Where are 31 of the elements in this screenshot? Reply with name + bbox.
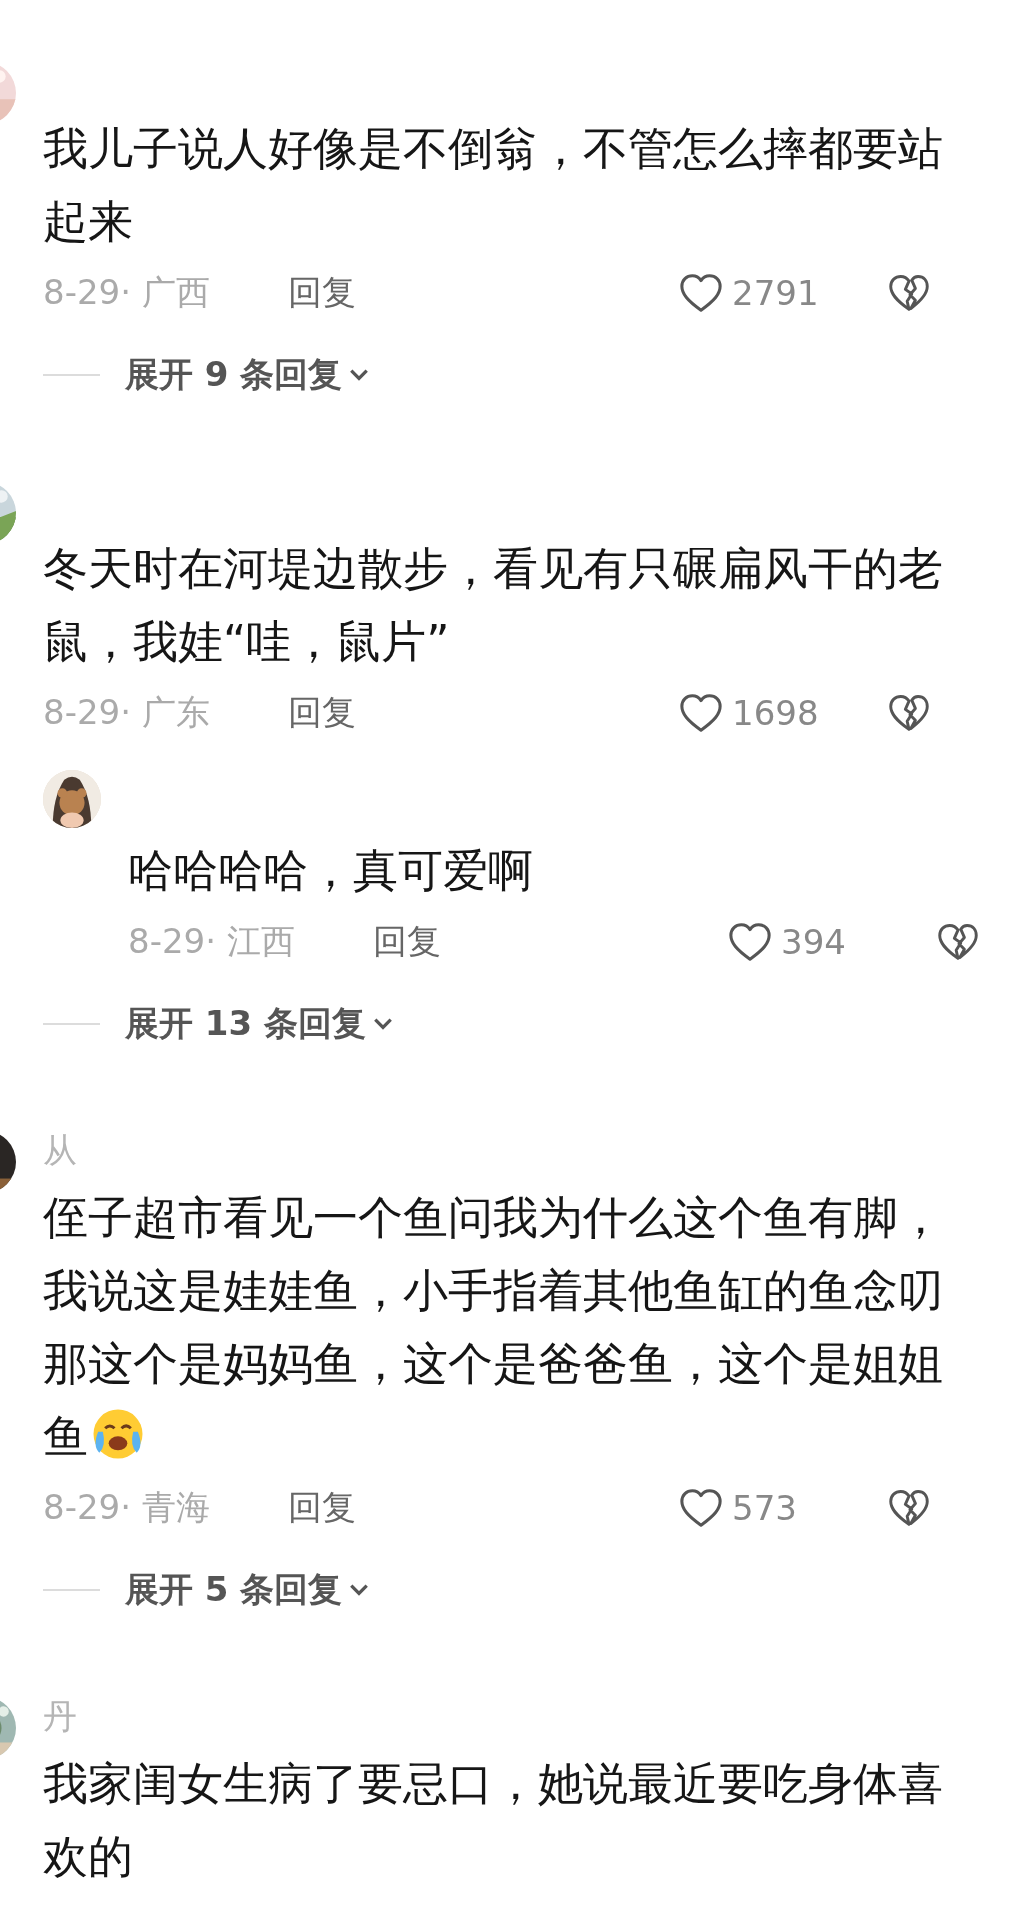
reply-link[interactable]: 回复: [288, 1485, 356, 1531]
heart-icon[interactable]: [678, 1486, 724, 1530]
broken-heart-icon[interactable]: [936, 921, 980, 963]
chevron-down-icon: [348, 1582, 371, 1598]
expand-replies-button[interactable]: 展开 13 条回复: [125, 1001, 394, 1047]
broken-heart-icon[interactable]: [887, 272, 931, 314]
date-location: 8-29· 青海: [43, 1486, 211, 1529]
comment-text: 我家闺女生病了要忌口，她说最近要吃身体喜欢的: [43, 1756, 944, 1885]
heart-icon[interactable]: [727, 920, 773, 964]
reply-link[interactable]: 回复: [373, 919, 441, 965]
expand-replies-button[interactable]: 展开 5 条回复: [125, 1567, 371, 1613]
date-location: 8-29· 广东: [43, 691, 211, 734]
comment-text: 侄子超市看见一个鱼问我为什么这个鱼有脚，我说这是娃娃鱼，小手指着其他鱼缸的鱼念叨那这个是妈妈鱼，这个是爸爸鱼，这个是姐姐鱼: [43, 1190, 944, 1465]
heart-icon[interactable]: [678, 271, 724, 315]
expand-replies-button[interactable]: 展开 9 条回复: [125, 352, 371, 398]
like-count: 573: [732, 1488, 798, 1528]
reply-link[interactable]: 回复: [288, 270, 356, 316]
date-location: 8-29· 江西: [128, 920, 296, 963]
like-count: 394: [781, 922, 847, 962]
broken-heart-icon[interactable]: [887, 692, 931, 734]
comment-text: 哈哈哈哈，真可爱啊: [128, 843, 534, 899]
comment-text: 我儿子说人好像是不倒翁，不管怎么摔都要站起来: [43, 121, 944, 250]
broken-heart-icon[interactable]: [887, 1487, 931, 1529]
reply-link[interactable]: 回复: [288, 690, 356, 736]
like-count: 2791: [732, 273, 816, 313]
date-location: 8-29· 广西: [43, 271, 211, 314]
like-count: 1698: [732, 693, 816, 733]
chevron-down-icon: [348, 367, 371, 383]
comment-text: 冬天时在河堤边散步，看见有只碾扁风干的老鼠，我娃“哇，鼠片”: [43, 541, 944, 670]
chevron-down-icon: [372, 1016, 394, 1032]
heart-icon[interactable]: [678, 691, 724, 735]
